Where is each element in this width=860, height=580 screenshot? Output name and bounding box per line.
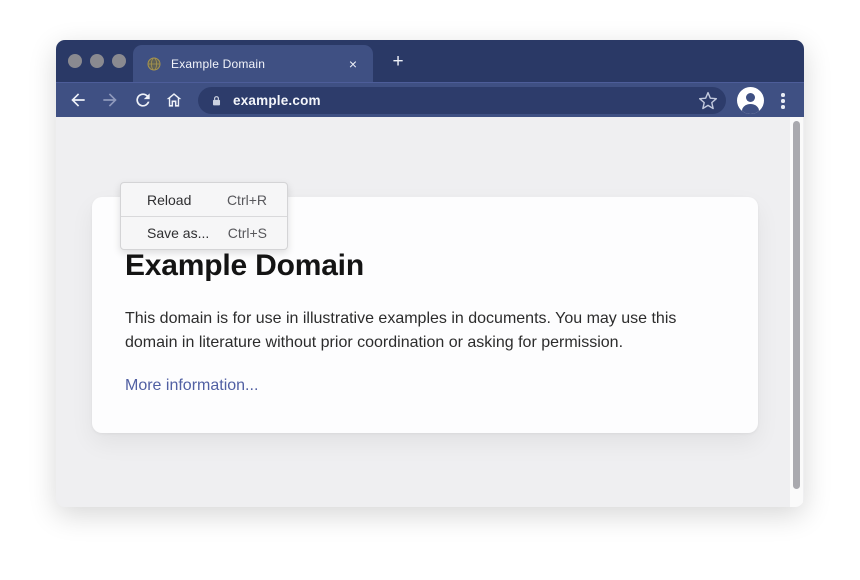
avatar-head [746, 93, 755, 102]
more-information-link[interactable]: More information... [125, 377, 258, 395]
home-icon[interactable] [164, 90, 184, 110]
context-menu: Reload Ctrl+R Save as... Ctrl+S [120, 182, 288, 250]
avatar-body [742, 104, 759, 114]
menu-item-shortcut: Ctrl+R [227, 192, 267, 208]
menu-item-label: Save as... [147, 225, 209, 241]
bookmark-star-icon[interactable] [698, 91, 718, 111]
reload-icon[interactable] [133, 90, 153, 110]
lock-icon[interactable] [210, 94, 223, 108]
toolbar: example.com [56, 82, 804, 117]
browser-window: Example Domain × + example.com [56, 40, 804, 507]
menu-item-shortcut: Ctrl+S [228, 225, 267, 241]
kebab-menu-icon[interactable] [779, 91, 787, 111]
scrollbar-track[interactable] [790, 117, 803, 507]
profile-avatar-icon[interactable] [737, 87, 764, 114]
page-content: Example Domain This domain is for use in… [56, 117, 804, 507]
page-title: Example Domain [125, 249, 722, 283]
menu-item-label: Reload [147, 192, 191, 208]
new-tab-button[interactable]: + [387, 51, 409, 73]
close-window-button[interactable] [68, 54, 82, 68]
tab-example-domain[interactable]: Example Domain × [133, 45, 373, 82]
url-text: example.com [233, 93, 698, 108]
scrollbar-thumb[interactable] [793, 121, 800, 489]
page-paragraph: This domain is for use in illustrative e… [125, 307, 717, 355]
tab-title: Example Domain [171, 57, 335, 71]
address-bar[interactable]: example.com [198, 87, 726, 114]
back-arrow-icon[interactable] [68, 90, 88, 110]
menu-item-reload[interactable]: Reload Ctrl+R [121, 183, 287, 216]
minimize-window-button[interactable] [90, 54, 104, 68]
traffic-lights [68, 40, 126, 82]
titlebar: Example Domain × + [56, 40, 804, 82]
maximize-window-button[interactable] [112, 54, 126, 68]
tab-close-icon[interactable]: × [345, 56, 361, 72]
forward-arrow-icon[interactable] [100, 90, 120, 110]
menu-item-save-as[interactable]: Save as... Ctrl+S [121, 216, 287, 249]
globe-favicon-icon [147, 57, 161, 71]
